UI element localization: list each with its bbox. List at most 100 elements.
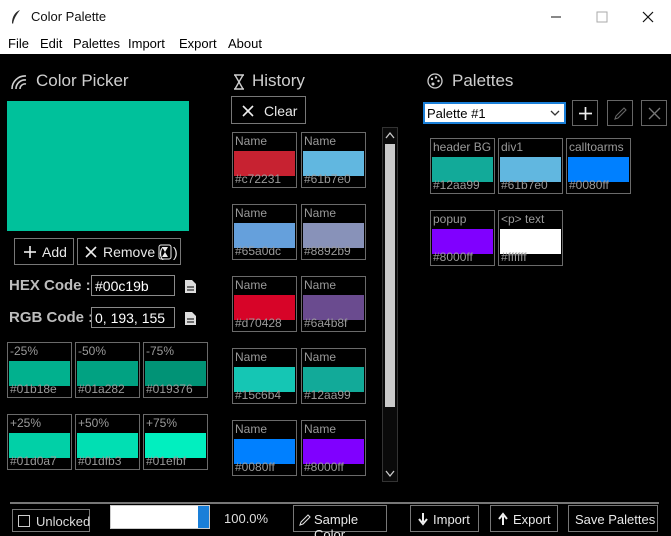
color-tile[interactable]: -75% #019376	[143, 342, 208, 398]
scroll-up-icon[interactable]	[385, 131, 395, 139]
tile-name: Name	[304, 134, 337, 148]
rgb-code-label: RGB Code :	[9, 309, 94, 326]
color-tile[interactable]: div1 #61b7e0	[498, 138, 563, 194]
palette-select-value: Palette #1	[427, 106, 486, 121]
tile-hex: #65a0dc	[235, 244, 282, 258]
tile-name: +75%	[146, 416, 178, 430]
scroll-down-icon[interactable]	[385, 470, 395, 478]
remove-color-label: Remove (	[103, 244, 164, 260]
color-tile[interactable]: Name #0080ff	[232, 420, 297, 476]
tile-name: Name	[235, 278, 268, 292]
tile-name: -25%	[10, 344, 39, 358]
color-tile[interactable]: calltoarms #0080ff	[566, 138, 631, 194]
export-button[interactable]: Export	[490, 505, 558, 532]
window-title: Color Palette	[31, 9, 107, 24]
plus-icon	[24, 246, 36, 258]
color-tile[interactable]: -50% #01a282	[75, 342, 140, 398]
color-tile[interactable]: +75% #01efbf	[143, 414, 208, 470]
menu-export[interactable]: Export	[179, 36, 217, 51]
color-tile[interactable]: Name #61b7e0	[301, 132, 366, 188]
menu-bar: File Edit Palettes Import Export About	[0, 33, 671, 54]
save-palettes-button[interactable]: Save Palettes	[568, 505, 658, 532]
color-tile[interactable]: Name #65a0dc	[232, 204, 297, 260]
tile-name: Name	[235, 350, 268, 364]
import-label: Import	[433, 512, 470, 527]
menu-file[interactable]: File	[8, 36, 29, 51]
save-palettes-label: Save Palettes	[575, 512, 656, 527]
tile-hex: #01dfb3	[78, 454, 122, 468]
tile-name: Name	[235, 134, 268, 148]
tile-hex: #12aa99	[304, 388, 351, 402]
x-icon	[85, 246, 97, 258]
hex-code-input[interactable]	[91, 275, 175, 296]
unlocked-checkbox[interactable]: Unlocked	[12, 509, 90, 532]
hourglass-icon	[234, 74, 244, 90]
slider-thumb[interactable]	[198, 506, 209, 528]
tile-name: Name	[304, 278, 337, 292]
menu-about[interactable]: About	[228, 36, 262, 51]
color-tile[interactable]: popup #8000ff	[430, 210, 495, 266]
tile-name: header BG	[433, 140, 492, 154]
close-window-button[interactable]	[625, 0, 671, 33]
tile-name: -75%	[146, 344, 175, 358]
tile-hex: #d70428	[235, 316, 282, 330]
color-tile[interactable]: -25% #01b18e	[7, 342, 72, 398]
palettes-title: Palettes	[452, 71, 514, 90]
sample-color-button[interactable]: Sample Color	[293, 505, 387, 536]
add-palette-button[interactable]	[572, 100, 598, 126]
tile-name: div1	[501, 140, 524, 154]
color-tile[interactable]: header BG #12aa99	[430, 138, 495, 194]
arrow-up-icon	[498, 512, 508, 525]
pencil-icon	[614, 107, 627, 120]
add-color-button[interactable]: Add	[14, 238, 74, 265]
current-color-swatch[interactable]	[7, 101, 189, 231]
tile-hex: #01efbf	[146, 454, 187, 468]
color-tile[interactable]: Name #d70428	[232, 276, 297, 332]
minimize-button[interactable]	[533, 0, 579, 33]
menu-palettes[interactable]: Palettes	[73, 36, 120, 51]
plus-icon	[579, 107, 592, 120]
palette-select[interactable]: Palette #1	[423, 102, 566, 124]
menu-edit[interactable]: Edit	[40, 36, 62, 51]
export-label: Export	[513, 512, 551, 527]
title-bar: Color Palette	[0, 0, 671, 33]
tile-hex: #01d0a7	[10, 454, 57, 468]
color-picker-title: Color Picker	[36, 71, 129, 90]
copy-hex-icon[interactable]	[184, 279, 197, 294]
scrollbar-thumb[interactable]	[385, 144, 395, 407]
palette-icon	[427, 73, 443, 89]
opacity-slider[interactable]	[110, 505, 210, 529]
maximize-button[interactable]	[579, 0, 625, 33]
clear-history-label: Clear	[264, 103, 298, 119]
color-tile[interactable]: Name #8000ff	[301, 420, 366, 476]
delete-palette-button[interactable]	[641, 100, 667, 126]
tile-name: +25%	[10, 416, 42, 430]
import-button[interactable]: Import	[410, 505, 479, 532]
menu-import[interactable]: Import	[128, 36, 165, 51]
color-tile[interactable]: Name #8892b9	[301, 204, 366, 260]
tile-hex: #8000ff	[433, 250, 473, 264]
copy-rgb-icon[interactable]	[184, 311, 197, 326]
color-tile[interactable]: Name #15c6b4	[232, 348, 297, 404]
color-tile[interactable]: Name #6a4b8f	[301, 276, 366, 332]
checkbox-box[interactable]	[18, 515, 30, 527]
color-tile[interactable]: Name #c72231	[232, 132, 297, 188]
rgb-code-input[interactable]	[91, 307, 175, 328]
close-icon	[642, 11, 654, 23]
remove-color-button[interactable]: Remove ( )	[77, 238, 181, 265]
add-color-label: Add	[42, 244, 67, 260]
history-scrollbar[interactable]	[382, 127, 398, 482]
maximize-icon	[596, 11, 608, 23]
color-tile[interactable]: +25% #01d0a7	[7, 414, 72, 470]
tile-hex: #8892b9	[304, 244, 351, 258]
minimize-icon	[551, 16, 561, 18]
color-tile[interactable]: Name #12aa99	[301, 348, 366, 404]
x-icon	[648, 107, 661, 120]
x-icon	[242, 105, 254, 117]
edit-palette-button[interactable]	[607, 100, 633, 126]
color-tile[interactable]: +50% #01dfb3	[75, 414, 140, 470]
tile-name: calltoarms	[569, 140, 624, 154]
color-tile[interactable]: <p> text #ffffff	[498, 210, 563, 266]
tile-name: Name	[304, 206, 337, 220]
clear-history-button[interactable]: Clear	[231, 96, 306, 124]
